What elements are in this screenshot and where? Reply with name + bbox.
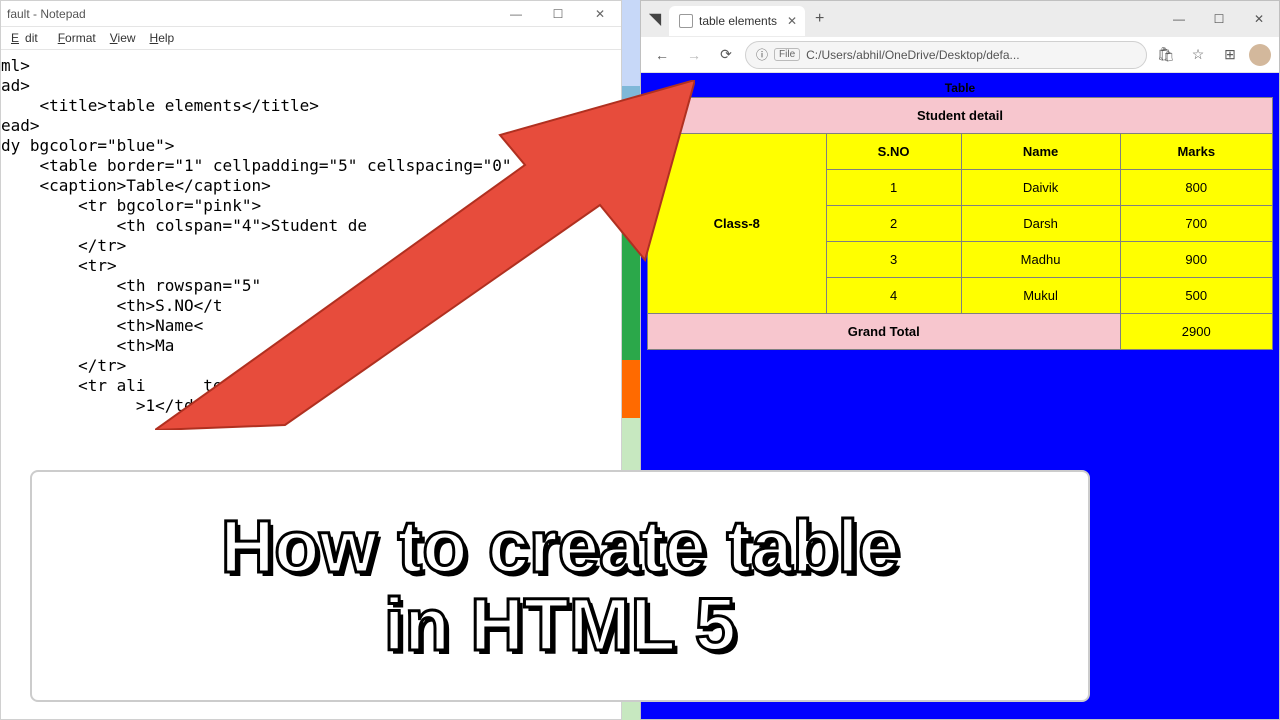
- tab-title: table elements: [699, 14, 777, 28]
- grand-total-label: Grand Total: [648, 314, 1121, 350]
- file-badge: File: [774, 48, 800, 61]
- tab-close-icon[interactable]: ✕: [787, 14, 797, 28]
- shopping-icon[interactable]: 🛍: [1153, 42, 1179, 68]
- maximize-button[interactable]: ☐: [1199, 1, 1239, 37]
- collections-icon[interactable]: ⊞: [1217, 42, 1243, 68]
- back-button[interactable]: ←: [649, 42, 675, 68]
- notepad-menu: Edit Format View Help: [1, 27, 621, 50]
- forward-button[interactable]: →: [681, 42, 707, 68]
- notepad-titlebar[interactable]: fault - Notepad — ☐ ✕: [1, 1, 621, 27]
- page-icon: [679, 14, 693, 28]
- table-caption: Table: [647, 79, 1273, 97]
- headline-text: How to create tablein HTML 5: [221, 508, 900, 663]
- close-button[interactable]: ✕: [579, 1, 621, 27]
- notepad-body[interactable]: ml> ad> <title>table elements</title> ea…: [1, 50, 621, 422]
- menu-format[interactable]: Format: [52, 29, 102, 47]
- student-table: Student detail Class-8 S.NO Name Marks 1…: [647, 97, 1273, 350]
- headline-banner: How to create tablein HTML 5: [30, 470, 1090, 702]
- rowgroup-label: Class-8: [648, 134, 827, 314]
- info-icon[interactable]: ⓘ: [756, 46, 768, 63]
- maximize-button[interactable]: ☐: [537, 1, 579, 27]
- notepad-title: fault - Notepad: [7, 7, 495, 21]
- favorites-icon[interactable]: ☆: [1185, 42, 1211, 68]
- browser-tabstrip: ◥ table elements ✕ + — ☐ ✕: [641, 1, 1279, 37]
- url-text: C:/Users/abhil/OneDrive/Desktop/defa...: [806, 48, 1019, 62]
- profile-avatar[interactable]: [1249, 44, 1271, 66]
- address-bar[interactable]: ⓘ File C:/Users/abhil/OneDrive/Desktop/d…: [745, 41, 1147, 69]
- edge-logo-icon: ◥: [641, 9, 669, 29]
- table-title: Student detail: [648, 98, 1273, 134]
- refresh-button[interactable]: ⟳: [713, 42, 739, 68]
- minimize-button[interactable]: —: [495, 1, 537, 27]
- grand-total-value: 2900: [1120, 314, 1272, 350]
- new-tab-button[interactable]: +: [805, 10, 834, 28]
- menu-edit[interactable]: Edit: [5, 29, 50, 47]
- menu-view[interactable]: View: [104, 29, 142, 47]
- col-name: Name: [961, 134, 1120, 170]
- close-button[interactable]: ✕: [1239, 1, 1279, 37]
- menu-help[interactable]: Help: [144, 29, 181, 47]
- col-sno: S.NO: [826, 134, 961, 170]
- browser-toolbar: ← → ⟳ ⓘ File C:/Users/abhil/OneDrive/Des…: [641, 37, 1279, 73]
- minimize-button[interactable]: —: [1159, 1, 1199, 37]
- col-marks: Marks: [1120, 134, 1272, 170]
- browser-tab[interactable]: table elements ✕: [669, 6, 805, 36]
